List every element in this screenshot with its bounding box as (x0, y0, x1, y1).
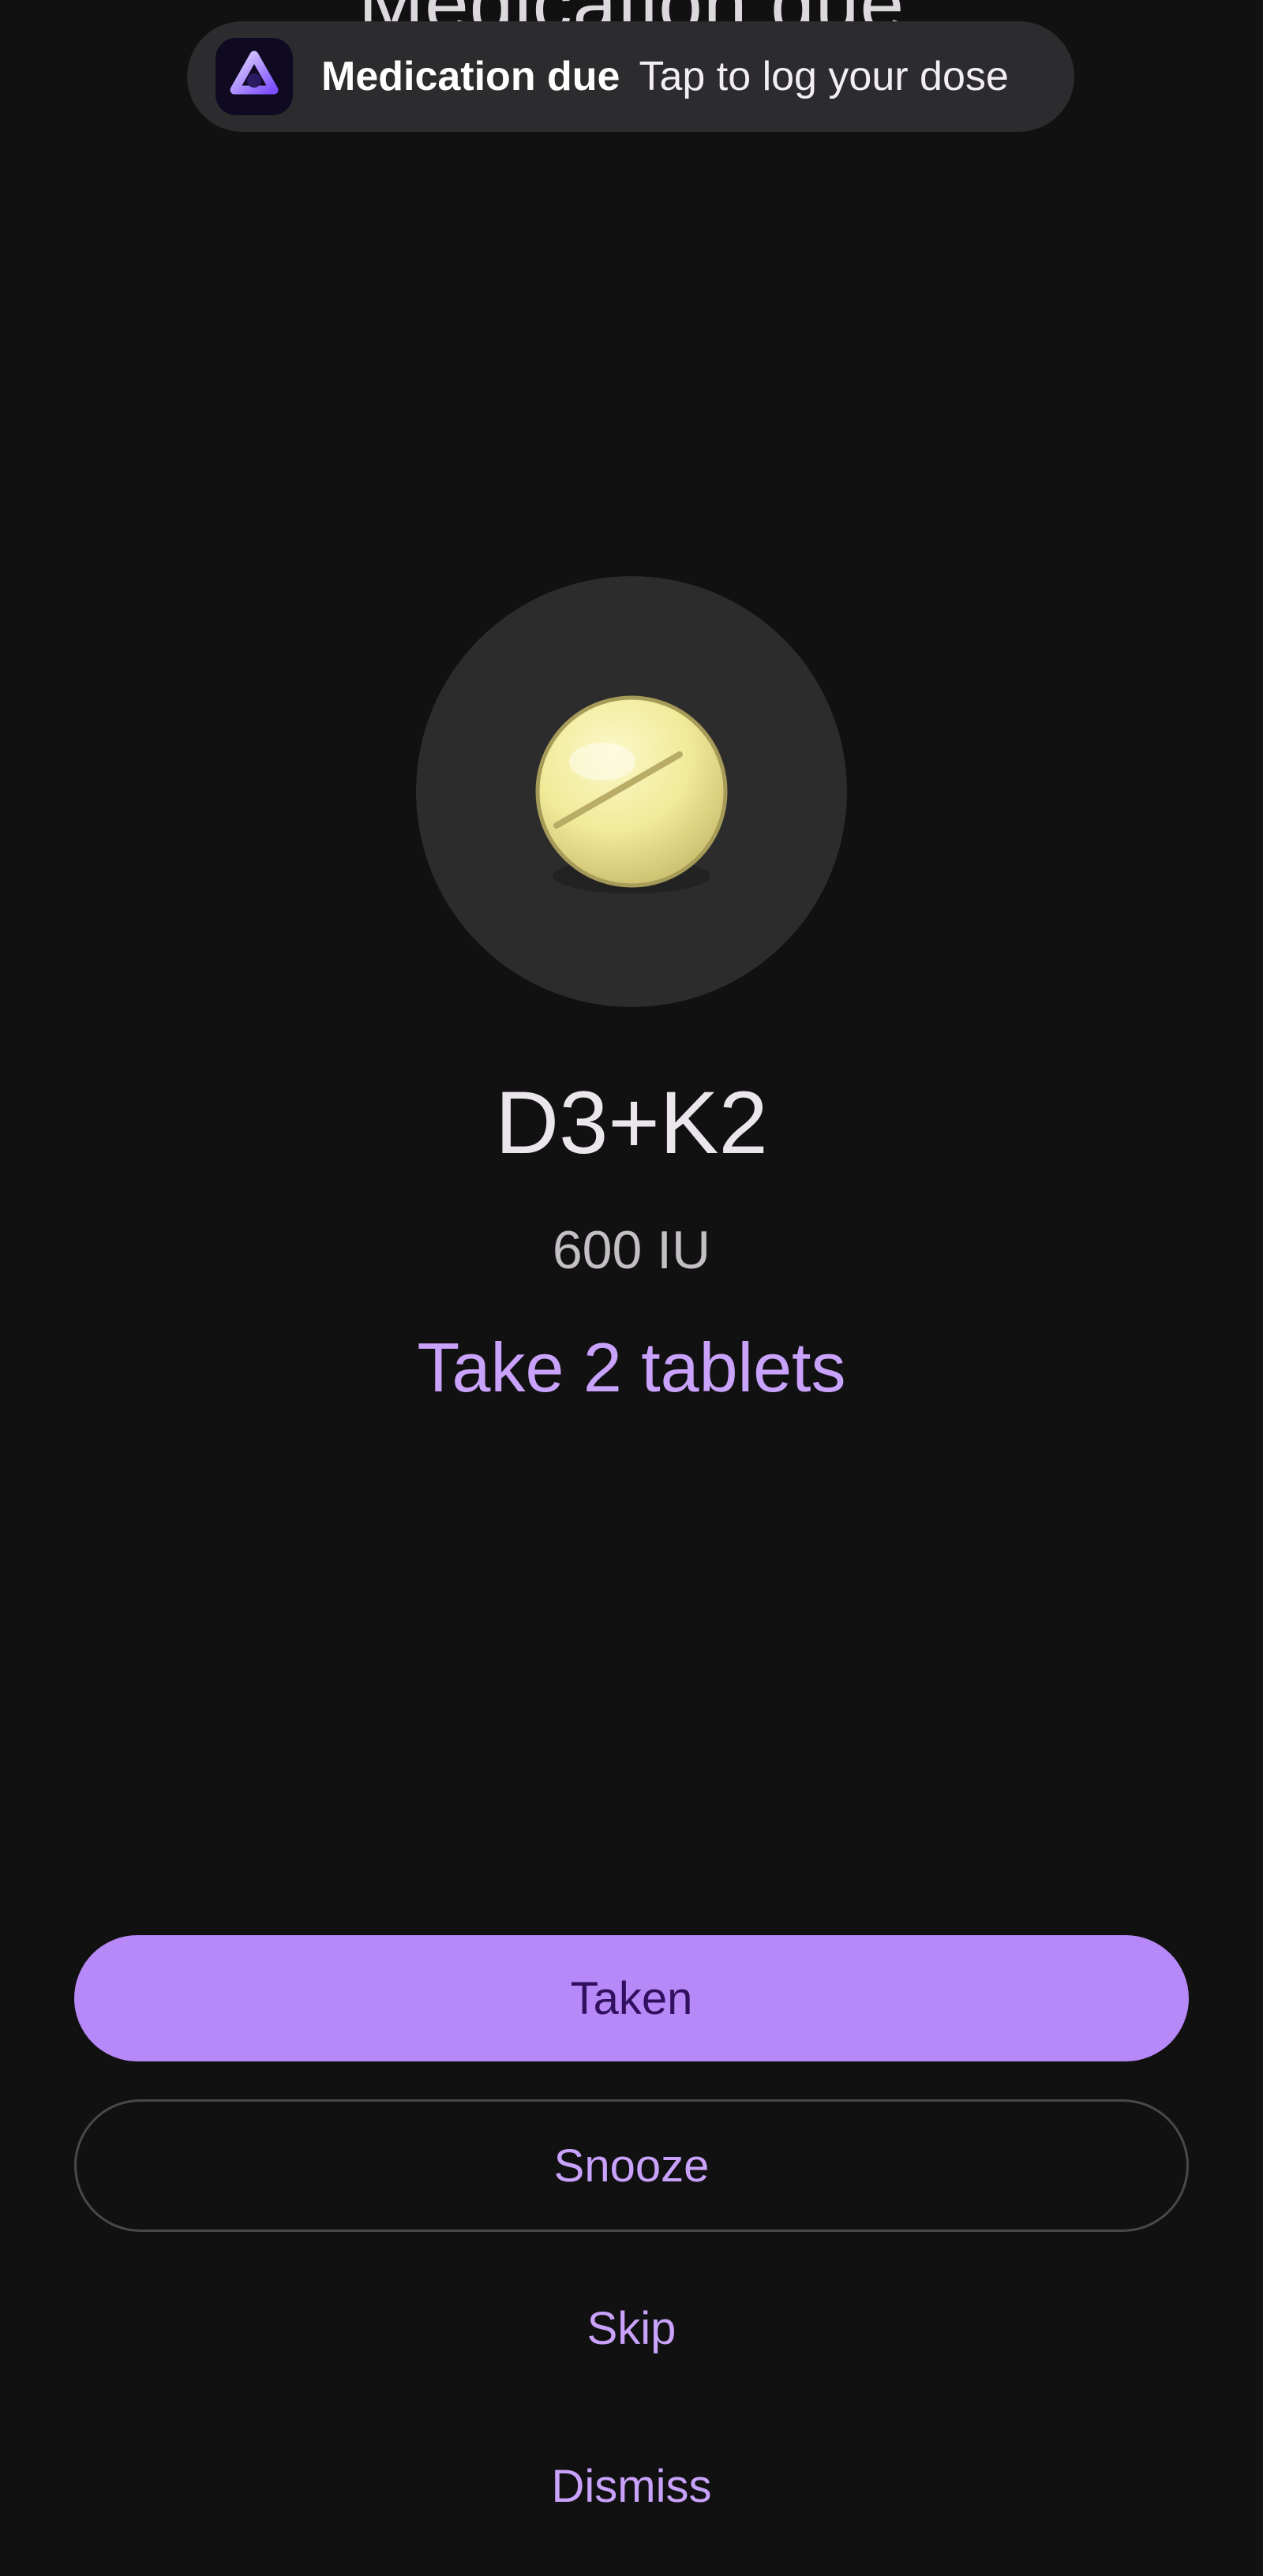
dismiss-button[interactable]: Dismiss (74, 2439, 1189, 2533)
taken-button[interactable]: Taken (74, 1935, 1189, 2061)
snooze-button[interactable]: Snooze (74, 2099, 1189, 2232)
medication-name: D3+K2 (495, 1073, 768, 1172)
app-logo-icon (215, 38, 293, 115)
notification-body: Tap to log your dose (639, 54, 1009, 99)
medication-dose: 600 IU (552, 1220, 711, 1280)
pill-icon (535, 695, 728, 893)
notification-toast[interactable]: Medication due Tap to log your dose (187, 21, 1074, 132)
medication-instruction: Take 2 tablets (417, 1328, 846, 1406)
notification-title: Medication due (321, 54, 620, 99)
skip-button[interactable]: Skip (74, 2281, 1189, 2376)
